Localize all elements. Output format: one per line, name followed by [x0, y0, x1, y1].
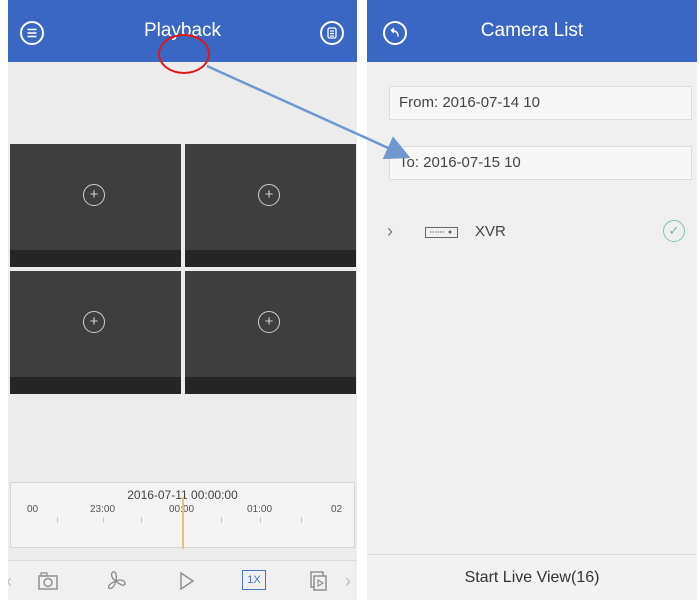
annotation-circle — [158, 34, 210, 74]
add-camera-icon[interactable]: + — [83, 311, 105, 333]
speed-button[interactable]: 1X — [242, 570, 266, 590]
timeline-minor-tick — [301, 517, 302, 523]
timeline-cursor[interactable] — [182, 497, 184, 549]
camera-icon[interactable] — [36, 569, 60, 593]
video-tile-3[interactable]: + — [10, 271, 181, 394]
timeline-tick: 00 — [27, 504, 39, 515]
playback-timeline[interactable]: 2016-07-11 00:00:00 00 23:00 00:00 01:00… — [10, 482, 355, 549]
video-grid: + + + + — [10, 144, 356, 394]
timeline-minor-tick — [57, 517, 58, 523]
device-list-icon[interactable] — [320, 21, 344, 45]
tile-status-bar — [185, 250, 356, 267]
to-date-field[interactable]: To: 2016-07-15 10 — [389, 146, 692, 180]
device-row-xvr[interactable]: › XVR ✓ — [367, 213, 697, 251]
page-title: Camera List — [480, 20, 584, 41]
camera-list-header: Camera List — [367, 0, 697, 62]
timeline-minor-tick — [221, 517, 222, 523]
tile-status-bar — [10, 377, 181, 394]
tile-status-bar — [185, 377, 356, 394]
fan-icon[interactable] — [104, 569, 128, 593]
playback-toolbar: ‹ 1X › — [8, 560, 357, 600]
start-live-view-button[interactable]: Start Live View(16) — [367, 569, 697, 587]
add-camera-icon[interactable]: + — [258, 311, 280, 333]
check-icon[interactable]: ✓ — [663, 220, 685, 242]
from-date-field[interactable]: From: 2016-07-14 10 — [389, 86, 692, 120]
video-tile-4[interactable]: + — [185, 271, 356, 394]
camera-list-screen: Camera List From: 2016-07-14 10 To: 2016… — [367, 0, 697, 600]
start-live-view-bar: Start Live View(16) — [367, 554, 697, 600]
timeline-minor-tick — [260, 517, 261, 523]
dvr-device-icon — [425, 227, 458, 238]
timeline-minor-tick — [141, 517, 142, 523]
tile-status-bar — [10, 250, 181, 267]
add-camera-icon[interactable]: + — [83, 184, 105, 206]
add-camera-icon[interactable]: + — [258, 184, 280, 206]
timeline-minor-tick — [103, 517, 104, 523]
video-tile-2[interactable]: + — [185, 144, 356, 267]
scroll-right-icon[interactable]: › — [343, 569, 353, 593]
timeline-tick: 23:00 — [90, 504, 116, 515]
expand-chevron-icon[interactable]: › — [387, 221, 393, 242]
playback-screen: Playback + + + + 2016-07-11 00:00:00 00 … — [8, 0, 357, 600]
timeline-tick: 02 — [331, 504, 343, 515]
timeline-tick: 01:00 — [247, 504, 273, 515]
scroll-left-icon[interactable]: ‹ — [8, 569, 14, 593]
video-tile-1[interactable]: + — [10, 144, 181, 267]
play-icon[interactable] — [174, 569, 198, 593]
device-name: XVR — [475, 223, 506, 240]
export-icon[interactable] — [306, 569, 330, 593]
